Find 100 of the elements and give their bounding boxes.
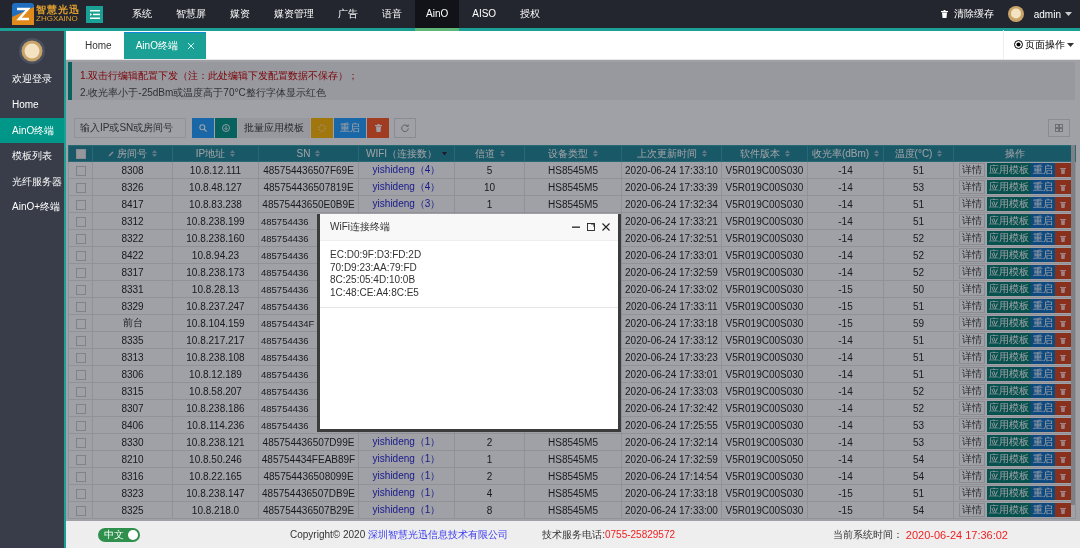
close-icon[interactable] <box>602 223 610 231</box>
restart-button[interactable]: 重启 <box>1030 248 1055 262</box>
restart-button[interactable]: 重启 <box>334 117 366 138</box>
restart-button[interactable]: 重启 <box>1030 486 1055 500</box>
checkbox[interactable] <box>75 182 86 193</box>
detail-button[interactable]: 详情 <box>958 231 985 245</box>
nav-item[interactable]: AISO <box>461 0 508 28</box>
restart-button[interactable]: 重启 <box>1030 282 1055 296</box>
checkbox[interactable] <box>75 301 86 312</box>
sidebar-item[interactable]: AinO终端 <box>0 117 64 143</box>
apply-template-button[interactable]: 应用模板 <box>986 435 1031 449</box>
apply-template-button[interactable]: 应用模板 <box>986 452 1031 466</box>
delete-button[interactable] <box>367 117 389 138</box>
apply-template-button[interactable]: 应用模板 <box>986 299 1031 313</box>
nav-item[interactable]: 媒资 <box>219 0 261 28</box>
clear-cache-link[interactable]: 清除缓存 <box>940 7 994 21</box>
restart-button[interactable]: 重启 <box>1030 435 1055 449</box>
sidebar-item[interactable]: Home <box>0 92 64 118</box>
apply-template-button[interactable]: 应用模板 <box>986 350 1031 364</box>
detail-button[interactable]: 详情 <box>958 469 985 483</box>
tab[interactable]: AinO终端 <box>123 32 206 59</box>
restart-button[interactable]: 重启 <box>1030 333 1055 347</box>
detail-button[interactable]: 详情 <box>958 265 985 279</box>
detail-button[interactable]: 详情 <box>958 401 985 415</box>
checkbox[interactable] <box>75 454 86 465</box>
refresh-button[interactable] <box>394 117 416 138</box>
apply-template-button[interactable]: 应用模板 <box>986 367 1031 381</box>
column-header[interactable]: 收光率(dBm) <box>807 145 884 162</box>
restart-button[interactable]: 重启 <box>1030 350 1055 364</box>
columns-button[interactable] <box>1048 118 1070 137</box>
restart-button[interactable]: 重启 <box>1030 469 1055 483</box>
restart-button[interactable]: 重启 <box>1030 452 1055 466</box>
column-header[interactable]: 温度(°C) <box>883 145 954 162</box>
checkbox[interactable] <box>75 233 86 244</box>
apply-template-button[interactable]: 应用模板 <box>986 333 1031 347</box>
detail-button[interactable]: 详情 <box>958 163 985 177</box>
search-button[interactable] <box>192 117 214 138</box>
checkbox[interactable] <box>75 199 86 210</box>
apply-template-button[interactable]: 应用模板 <box>986 214 1031 228</box>
restart-button[interactable]: 重启 <box>1030 231 1055 245</box>
checkbox[interactable] <box>75 149 86 160</box>
menu-toggle-button[interactable] <box>86 5 103 23</box>
detail-button[interactable]: 详情 <box>958 503 985 517</box>
apply-template-button[interactable]: 应用模板 <box>986 401 1031 415</box>
column-header[interactable]: 上次更新时间 <box>621 145 722 162</box>
restart-button[interactable]: 重启 <box>1030 180 1055 194</box>
detail-button[interactable]: 详情 <box>958 418 985 432</box>
column-header[interactable]: WIFI（连接数） <box>358 145 455 162</box>
maximize-icon[interactable] <box>587 223 595 231</box>
detail-button[interactable]: 详情 <box>958 299 985 313</box>
search-field[interactable]: 输入IP或SN或房间号 <box>74 117 186 138</box>
checkbox[interactable] <box>75 250 86 261</box>
company-link[interactable]: 深圳智慧光迅信息技术有限公司 <box>368 527 509 542</box>
restart-button[interactable]: 重启 <box>1030 214 1055 228</box>
detail-button[interactable]: 详情 <box>958 316 985 330</box>
detail-button[interactable]: 详情 <box>958 197 985 211</box>
detail-button[interactable]: 详情 <box>958 333 985 347</box>
detail-button[interactable]: 详情 <box>958 350 985 364</box>
sidebar-item[interactable]: 光纤服务器 <box>0 168 64 194</box>
detail-button[interactable]: 详情 <box>958 180 985 194</box>
detail-button[interactable]: 详情 <box>958 214 985 228</box>
detail-button[interactable]: 详情 <box>958 384 985 398</box>
download-button[interactable] <box>215 117 237 138</box>
nav-item[interactable]: 授权 <box>509 0 552 28</box>
checkbox[interactable] <box>75 335 86 346</box>
apply-template-button[interactable]: 应用模板 <box>986 486 1031 500</box>
apply-template-button[interactable]: 应用模板 <box>986 282 1031 296</box>
language-toggle[interactable]: 中文 <box>98 527 140 542</box>
checkbox[interactable] <box>75 420 86 431</box>
apply-template-button[interactable]: 应用模板 <box>986 316 1031 330</box>
checkbox[interactable] <box>75 165 86 176</box>
column-header[interactable]: 软件版本 <box>721 145 808 162</box>
toggle-button[interactable] <box>311 117 333 138</box>
apply-template-button[interactable]: 应用模板 <box>986 265 1031 279</box>
checkbox[interactable] <box>75 369 86 380</box>
restart-button[interactable]: 重启 <box>1030 418 1055 432</box>
sidebar-item[interactable]: 模板列表 <box>0 143 64 169</box>
apply-template-button[interactable]: 应用模板 <box>986 469 1031 483</box>
column-header[interactable]: 房间号 <box>92 145 173 162</box>
column-header[interactable]: 信道 <box>454 145 525 162</box>
apply-template-button[interactable]: 应用模板 <box>986 180 1031 194</box>
checkbox[interactable] <box>75 318 86 329</box>
scrollbar[interactable] <box>1071 145 1075 505</box>
nav-item[interactable]: AinO <box>415 0 460 31</box>
sidebar-item[interactable]: AinO+终端 <box>0 194 64 220</box>
user-menu[interactable]: admin <box>1033 8 1072 20</box>
apply-template-button[interactable]: 应用模板 <box>986 503 1031 517</box>
apply-template-button[interactable]: 应用模板 <box>986 197 1031 211</box>
checkbox[interactable] <box>75 386 86 397</box>
restart-button[interactable]: 重启 <box>1030 316 1055 330</box>
nav-item[interactable]: 媒资管理 <box>263 0 325 28</box>
nav-item[interactable]: 系统 <box>121 0 163 28</box>
checkbox[interactable] <box>75 352 86 363</box>
restart-button[interactable]: 重启 <box>1030 367 1055 381</box>
apply-template-button[interactable]: 应用模板 <box>986 418 1031 432</box>
checkbox[interactable] <box>75 403 86 414</box>
checkbox[interactable] <box>75 216 86 227</box>
checkbox[interactable] <box>75 284 86 295</box>
checkbox[interactable] <box>75 488 86 499</box>
restart-button[interactable]: 重启 <box>1030 197 1055 211</box>
